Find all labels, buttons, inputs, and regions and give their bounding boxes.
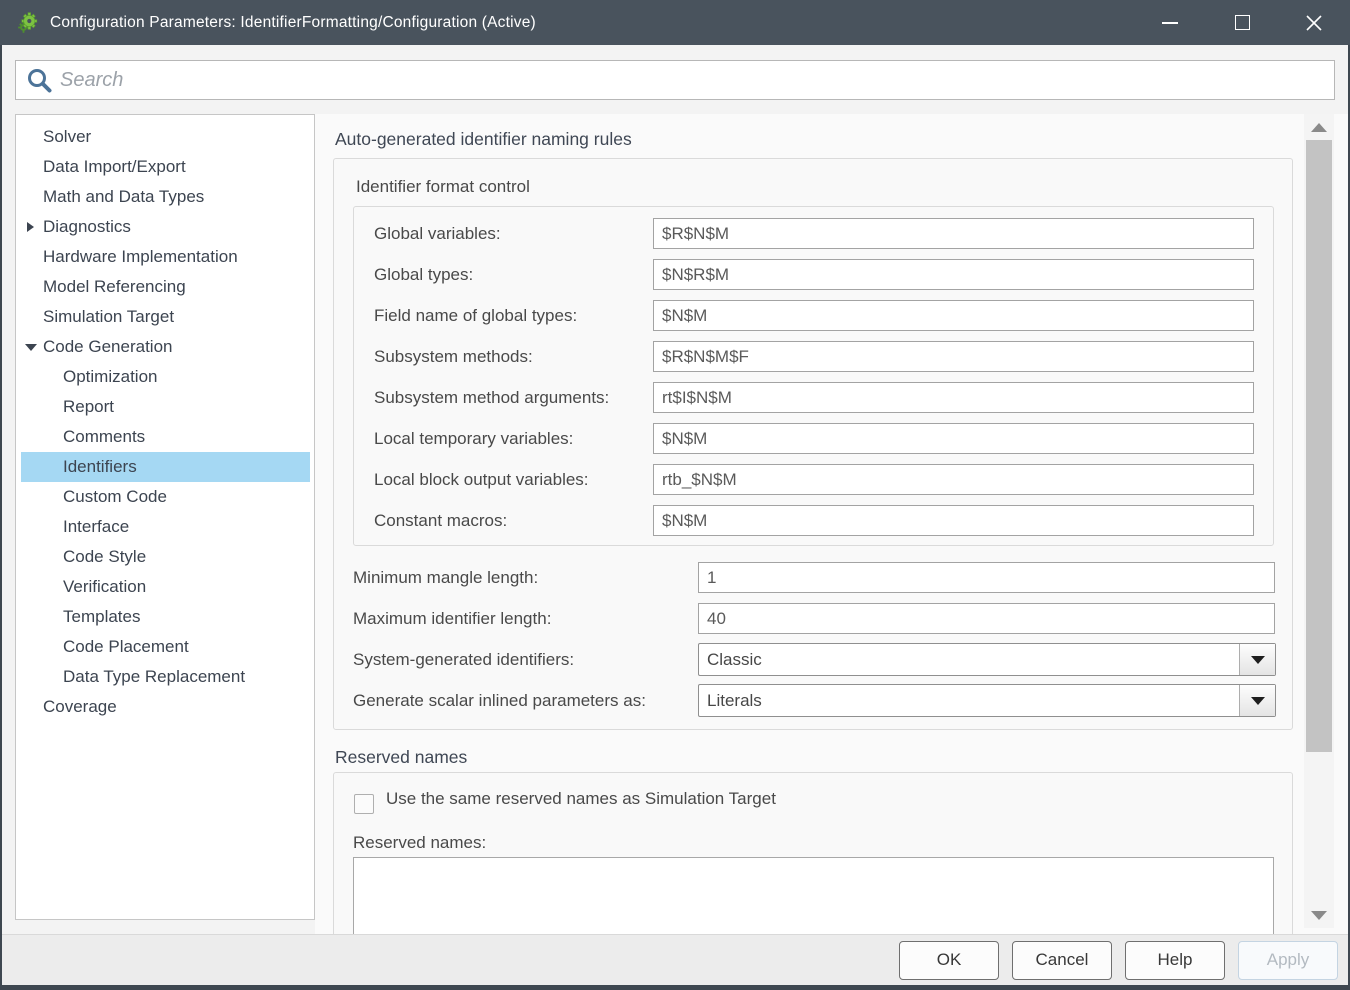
minimum-mangle-length-input[interactable] (698, 562, 1275, 593)
sidebar-item-solver[interactable]: Solver (16, 122, 314, 152)
maximum-identifier-length-label: Maximum identifier length: (353, 602, 551, 635)
system-generated-identifiers-label: System-generated identifiers: (353, 643, 574, 676)
sidebar-item-report[interactable]: Report (16, 392, 314, 422)
system-generated-identifiers-dropdown-button[interactable] (1239, 644, 1275, 675)
constant-macros-input[interactable] (653, 505, 1254, 536)
reserved-names-textarea[interactable] (353, 857, 1274, 934)
maximize-icon (1235, 15, 1250, 30)
sidebar-item-coverage[interactable]: Coverage (16, 692, 314, 722)
sidebar-tree: Solver Data Import/Export Math and Data … (15, 114, 315, 920)
window-border-bottom (0, 985, 1350, 990)
sidebar-item-simulation-target[interactable]: Simulation Target (16, 302, 314, 332)
close-icon (1305, 14, 1323, 32)
minimize-icon (1162, 22, 1178, 24)
chevron-down-icon (1251, 656, 1265, 664)
help-button[interactable]: Help (1125, 941, 1225, 980)
vertical-scrollbar[interactable] (1304, 114, 1334, 928)
search-box (15, 60, 1335, 100)
title-bar: Configuration Parameters: IdentifierForm… (0, 0, 1350, 45)
generate-scalar-inlined-parameters-value: Literals (699, 685, 1238, 716)
sidebar-item-model-referencing[interactable]: Model Referencing (16, 272, 314, 302)
sidebar-item-custom-code[interactable]: Custom Code (16, 482, 314, 512)
scrollbar-thumb[interactable] (1306, 140, 1332, 752)
sidebar-item-data-type-replacement[interactable]: Data Type Replacement (16, 662, 314, 692)
global-variables-label: Global variables: (374, 218, 501, 249)
reserved-names-heading: Reserved names (335, 747, 467, 768)
search-icon (24, 65, 54, 95)
expander-collapsed-icon[interactable] (27, 222, 34, 232)
footer-button-bar: OK Cancel Help Apply (0, 934, 1350, 985)
subsystem-method-arguments-input[interactable] (653, 382, 1254, 413)
triangle-down-icon (1311, 911, 1327, 920)
global-types-input[interactable] (653, 259, 1254, 290)
expander-expanded-icon[interactable] (25, 344, 37, 351)
sidebar-item-code-placement[interactable]: Code Placement (16, 632, 314, 662)
constant-macros-label: Constant macros: (374, 505, 507, 536)
window-controls (1134, 0, 1350, 45)
subsystem-methods-label: Subsystem methods: (374, 341, 533, 372)
sidebar-item-math-and-data-types[interactable]: Math and Data Types (16, 182, 314, 212)
minimize-button[interactable] (1134, 0, 1206, 45)
window-title: Configuration Parameters: IdentifierForm… (50, 14, 536, 32)
search-input[interactable] (60, 61, 1334, 99)
sidebar-item-verification[interactable]: Verification (16, 572, 314, 602)
gear-icon (16, 11, 40, 35)
global-variables-input[interactable] (653, 218, 1254, 249)
identifier-format-label: Identifier format control (356, 177, 530, 197)
sidebar-item-data-import-export[interactable]: Data Import/Export (16, 152, 314, 182)
auto-generated-heading: Auto-generated identifier naming rules (335, 129, 632, 150)
reserved-names-groupbox: Use the same reserved names as Simulatio… (333, 772, 1293, 934)
triangle-up-icon (1311, 123, 1327, 132)
ok-button[interactable]: OK (899, 941, 999, 980)
field-name-of-global-types-input[interactable] (653, 300, 1254, 331)
global-types-label: Global types: (374, 259, 473, 290)
identifier-format-groupbox: Identifier format control Global variabl… (333, 158, 1293, 730)
minimum-mangle-length-label: Minimum mangle length: (353, 561, 538, 594)
use-same-reserved-names-label: Use the same reserved names as Simulatio… (386, 789, 776, 809)
window-border-left (0, 45, 2, 990)
sidebar-item-hardware-implementation[interactable]: Hardware Implementation (16, 242, 314, 272)
local-temporary-variables-input[interactable] (653, 423, 1254, 454)
sidebar-item-optimization[interactable]: Optimization (16, 362, 314, 392)
system-generated-identifiers-value: Classic (699, 644, 1238, 675)
sidebar-item-comments[interactable]: Comments (16, 422, 314, 452)
maximize-button[interactable] (1206, 0, 1278, 45)
reserved-names-list-label: Reserved names: (353, 833, 486, 853)
subsystem-method-arguments-label: Subsystem method arguments: (374, 382, 609, 413)
configuration-parameters-dialog: Configuration Parameters: IdentifierForm… (0, 0, 1350, 990)
field-name-of-global-types-label: Field name of global types: (374, 300, 577, 331)
sidebar-item-code-style[interactable]: Code Style (16, 542, 314, 572)
chevron-down-icon (1251, 697, 1265, 705)
generate-scalar-inlined-parameters-dropdown-button[interactable] (1239, 685, 1275, 716)
cancel-button[interactable]: Cancel (1012, 941, 1112, 980)
local-block-output-variables-input[interactable] (653, 464, 1254, 495)
subsystem-methods-input[interactable] (653, 341, 1254, 372)
sidebar-item-code-generation[interactable]: Code Generation (16, 332, 314, 362)
sidebar-item-interface[interactable]: Interface (16, 512, 314, 542)
identifiers-pane: Auto-generated identifier naming rules I… (315, 114, 1348, 934)
maximum-identifier-length-input[interactable] (698, 603, 1275, 634)
local-block-output-variables-label: Local block output variables: (374, 464, 589, 495)
sidebar-item-identifiers[interactable]: Identifiers (21, 452, 310, 482)
local-temporary-variables-label: Local temporary variables: (374, 423, 573, 454)
scroll-up-button[interactable] (1304, 114, 1334, 140)
sidebar-item-diagnostics[interactable]: Diagnostics (16, 212, 314, 242)
scroll-down-button[interactable] (1304, 902, 1334, 928)
identifier-format-fields-box: Global variables: Global types: Field na… (353, 206, 1274, 546)
generate-scalar-inlined-parameters-select[interactable]: Literals (698, 684, 1276, 717)
apply-button: Apply (1238, 941, 1338, 980)
generate-scalar-inlined-parameters-label: Generate scalar inlined parameters as: (353, 684, 646, 717)
use-same-reserved-names-checkbox[interactable] (354, 794, 374, 814)
system-generated-identifiers-select[interactable]: Classic (698, 643, 1276, 676)
close-button[interactable] (1278, 0, 1350, 45)
sidebar-item-templates[interactable]: Templates (16, 602, 314, 632)
